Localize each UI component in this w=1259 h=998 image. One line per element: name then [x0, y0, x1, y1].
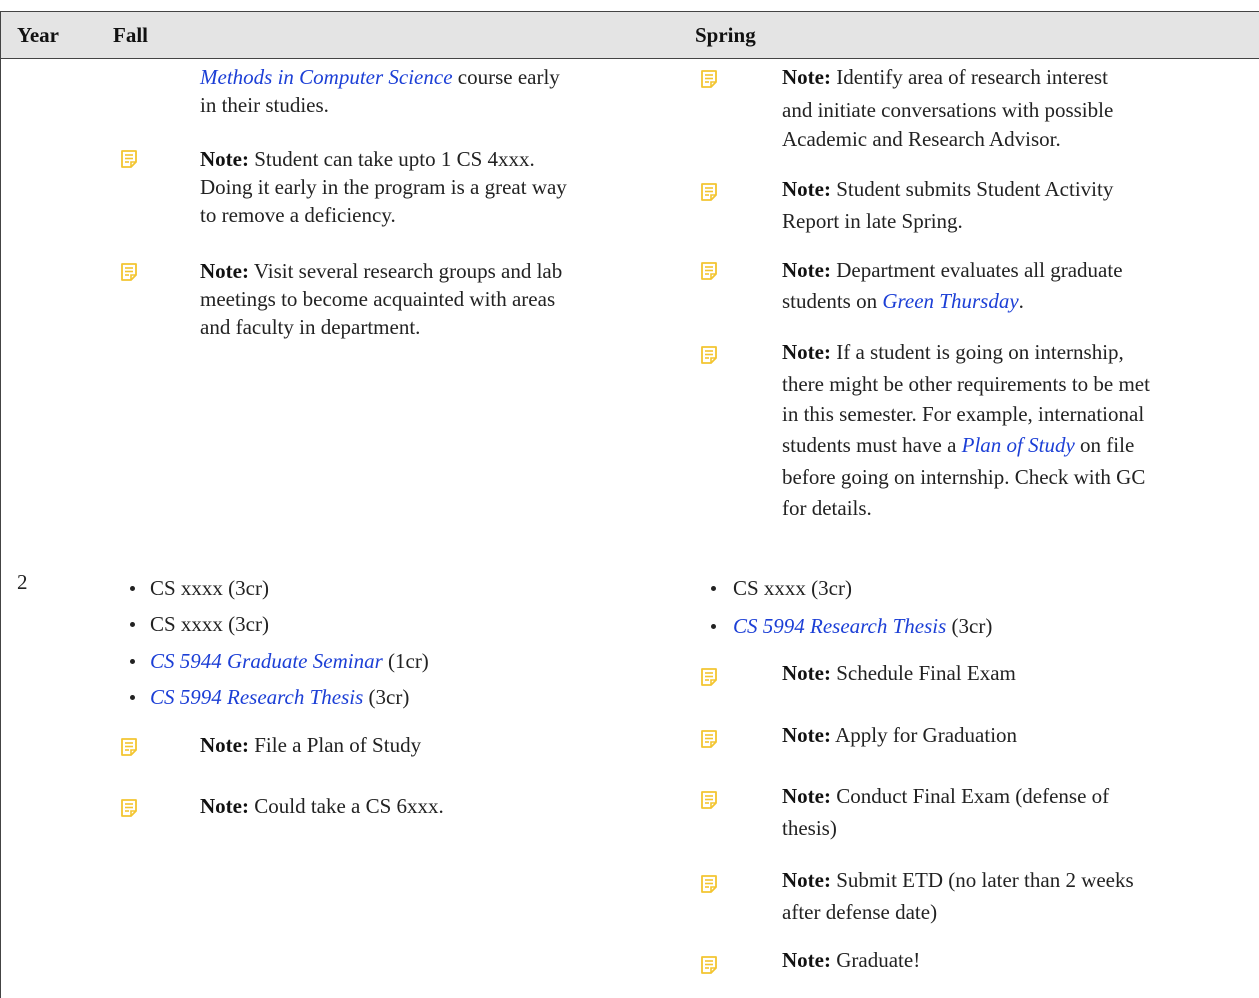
bullet-icon — [130, 586, 135, 591]
fall-lead-line2: in their studies. — [200, 93, 329, 117]
green-thursday-link[interactable]: Green Thursday — [882, 289, 1018, 313]
cs5994-fall-link[interactable]: CS 5994 Research Thesis — [150, 685, 363, 709]
note-icon — [700, 730, 718, 748]
cs5994-spring-link[interactable]: CS 5994 Research Thesis — [733, 614, 946, 638]
methods-course-link[interactable]: Methods in Computer Science — [200, 65, 453, 89]
list-item: CS xxxx (3cr) — [733, 576, 852, 600]
table-left-border — [0, 11, 1, 998]
list-item: CS 5994 Research Thesis (3cr) — [733, 614, 993, 638]
note-icon — [700, 791, 718, 809]
plan-of-study-table: Year Fall Spring Methods in Computer Sci… — [0, 0, 1259, 998]
note-icon — [700, 70, 718, 88]
bullet-icon — [130, 659, 135, 664]
header-fall: Fall — [113, 23, 148, 47]
plan-of-study-link[interactable]: Plan of Study — [962, 433, 1075, 457]
cs5944-link[interactable]: CS 5944 Graduate Seminar — [150, 649, 383, 673]
note-icon — [120, 263, 138, 281]
header-year: Year — [17, 23, 59, 47]
bullet-icon — [130, 622, 135, 627]
note-icon — [700, 875, 718, 893]
list-item: CS xxxx (3cr) — [150, 576, 269, 600]
list-item: CS 5994 Research Thesis (3cr) — [150, 685, 410, 709]
note-icon — [120, 150, 138, 168]
fall-lead-line1: Methods in Computer Science course early — [200, 65, 560, 89]
bullet-icon — [711, 586, 716, 591]
bullet-icon — [711, 624, 716, 629]
note-icon — [700, 346, 718, 364]
table-header: Year Fall Spring — [0, 11, 1259, 59]
row2-year: 2 — [17, 570, 28, 594]
list-item: CS 5944 Graduate Seminar (1cr) — [150, 649, 429, 673]
list-item: CS xxxx (3cr) — [150, 612, 269, 636]
note-icon — [700, 183, 718, 201]
note-icon — [700, 262, 718, 280]
note-icon — [700, 956, 718, 974]
note-icon — [700, 668, 718, 686]
bullet-icon — [130, 695, 135, 700]
header-spring: Spring — [695, 23, 756, 47]
note-icon — [120, 799, 138, 817]
note-icon — [120, 738, 138, 756]
